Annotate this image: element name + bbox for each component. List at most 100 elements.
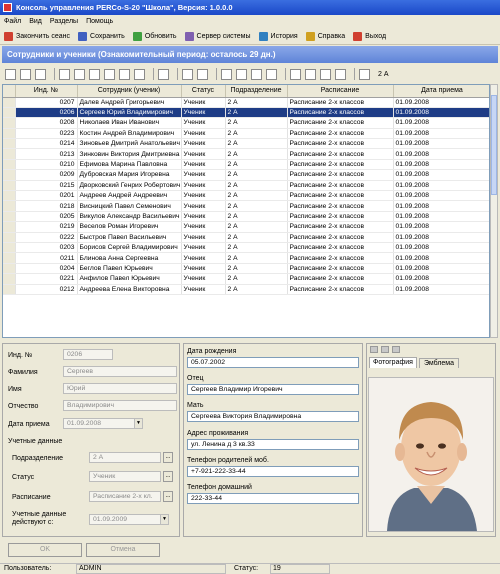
table-row[interactable]: 0213 Зинковин Виктория Дмитриевна Ученик 2 … bbox=[3, 148, 489, 160]
add-icon[interactable] bbox=[5, 68, 16, 80]
end-session-button[interactable]: Закончить сеанс bbox=[4, 31, 70, 41]
delete-icon[interactable] bbox=[35, 68, 46, 80]
system-server-button[interactable]: Сервер системы bbox=[184, 31, 251, 41]
row-marker[interactable] bbox=[3, 128, 16, 140]
header-hire-date[interactable]: Дата приема bbox=[393, 85, 489, 98]
valid-from-field[interactable]: 01.09.2009 bbox=[89, 514, 169, 525]
name-field[interactable]: Юрий bbox=[63, 383, 177, 394]
header-dept[interactable]: Подразделение bbox=[225, 85, 288, 98]
menu-sections[interactable]: Разделы bbox=[50, 18, 78, 25]
header-id[interactable]: Инд. № bbox=[15, 85, 78, 98]
hire-date-field[interactable]: 01.09.2008 bbox=[63, 418, 143, 429]
move-icon[interactable] bbox=[104, 68, 115, 80]
table-row[interactable]: 0207 Далев Андрей Григорьевич Ученик 2 А Рас… bbox=[3, 97, 489, 108]
row-marker[interactable] bbox=[3, 159, 16, 171]
dept-browse-button[interactable]: ... bbox=[163, 452, 173, 463]
header-schedule[interactable]: Расписание bbox=[287, 85, 394, 98]
schedule-browse-button[interactable]: ... bbox=[163, 491, 173, 502]
print-icon[interactable] bbox=[158, 68, 169, 80]
photo-delete-icon[interactable] bbox=[392, 346, 400, 353]
row-marker[interactable] bbox=[3, 180, 16, 192]
row-marker[interactable] bbox=[3, 284, 16, 295]
table-row[interactable]: 0221 Анфилов Павел Юрьевич Ученик 2 А Распис… bbox=[3, 273, 489, 285]
parents-phone-field[interactable]: +7-921-222-33-44 bbox=[187, 466, 359, 477]
scroll-thumb[interactable] bbox=[491, 95, 497, 195]
table-row[interactable]: 0223 Костин Андрей Владимирович Ученик 2 АР… bbox=[3, 128, 489, 140]
header-name[interactable]: Сотрудник (ученик) bbox=[77, 85, 182, 98]
status-field[interactable]: Ученик bbox=[89, 471, 161, 482]
table-row[interactable]: 0208 Николаев Иван Иванович Ученик 2 А Распи… bbox=[3, 117, 489, 129]
filter-icon[interactable] bbox=[74, 68, 85, 80]
row-marker[interactable] bbox=[3, 200, 16, 212]
card-icon[interactable] bbox=[182, 68, 193, 80]
grid-scrollbar[interactable] bbox=[490, 84, 498, 338]
phone-icon[interactable] bbox=[197, 68, 208, 80]
photo-save-icon[interactable] bbox=[381, 346, 389, 353]
table-row[interactable]: 0212 Андреева Елена Викторовна Ученик 2 А Ра… bbox=[3, 284, 489, 295]
chevron-down-icon[interactable]: ▼ bbox=[160, 515, 168, 524]
mother-field[interactable]: Сергеева Виктория Владимировна bbox=[187, 411, 359, 422]
menu-file[interactable]: Файл bbox=[4, 18, 21, 25]
exit-button[interactable]: Выход bbox=[353, 31, 386, 41]
find-icon[interactable] bbox=[89, 68, 100, 80]
history-button[interactable]: История bbox=[258, 31, 298, 41]
tools-icon[interactable] bbox=[290, 68, 301, 80]
save-button[interactable]: Сохранить bbox=[78, 31, 125, 41]
edit-icon[interactable] bbox=[59, 68, 70, 80]
table-row[interactable]: 0204 Беглов Павел Юрьевич Ученик 2 А Расписа… bbox=[3, 263, 489, 275]
schedule-field[interactable]: Расписание 2-х кл. bbox=[89, 491, 161, 502]
row-marker[interactable] bbox=[3, 273, 16, 285]
father-field[interactable]: Сергеев Владимир Игоревич bbox=[187, 384, 359, 395]
tab-photo[interactable]: Фотография bbox=[369, 357, 417, 368]
export-icon[interactable] bbox=[320, 68, 331, 80]
row-marker[interactable] bbox=[3, 252, 16, 264]
birth-field[interactable]: 05.07.2002 bbox=[187, 357, 359, 368]
row-marker[interactable] bbox=[3, 117, 16, 129]
ok-button[interactable]: OK bbox=[8, 543, 82, 557]
dept-field[interactable]: 2 А bbox=[89, 452, 161, 463]
patronymic-field[interactable]: Владимирович bbox=[63, 400, 177, 411]
menu-help[interactable]: Помощь bbox=[86, 18, 113, 25]
copy-icon[interactable] bbox=[119, 68, 130, 80]
table-row[interactable]: 0218 Висницкий Павел Семенович Ученик 2 А Ра… bbox=[3, 200, 489, 212]
refresh-button[interactable]: Обновить bbox=[132, 31, 177, 41]
surname-field[interactable]: Сергеев bbox=[63, 366, 177, 377]
id-field[interactable]: 0206 bbox=[63, 349, 113, 360]
row-marker[interactable] bbox=[3, 148, 16, 160]
row-marker[interactable] bbox=[3, 221, 16, 233]
table-row[interactable]: 0215 Дворковский Генрих Робертович Ученик 2… bbox=[3, 180, 489, 192]
add-group-icon[interactable] bbox=[20, 68, 31, 80]
row-marker[interactable] bbox=[3, 232, 16, 243]
photo-icon[interactable] bbox=[266, 68, 277, 80]
group-icon[interactable] bbox=[359, 68, 370, 80]
table-row[interactable]: 0219 Веселов Роман Игоревич Ученик 2 А Распи… bbox=[3, 221, 489, 233]
menu-view[interactable]: Вид bbox=[29, 18, 42, 25]
help-button[interactable]: Справка bbox=[305, 31, 345, 41]
status-browse-button[interactable]: ... bbox=[163, 471, 173, 482]
row-marker[interactable] bbox=[3, 263, 16, 275]
row-marker[interactable] bbox=[3, 242, 16, 254]
properties-icon[interactable] bbox=[134, 68, 145, 80]
header-status[interactable]: Статус bbox=[181, 85, 226, 98]
row-marker[interactable] bbox=[3, 107, 16, 119]
cancel-button[interactable]: Отмена bbox=[86, 543, 160, 557]
row-marker[interactable] bbox=[3, 138, 16, 150]
row-marker[interactable] bbox=[3, 211, 16, 223]
tab-emblem[interactable]: Эмблема bbox=[419, 358, 459, 368]
table-icon[interactable] bbox=[236, 68, 247, 80]
table-row[interactable]: 0205 Викулов Александр Васильевич Ученик 2 … bbox=[3, 211, 489, 223]
table-row[interactable]: 0206 Сергеев Юрий Владимирович Ученик 2 А Ра… bbox=[3, 107, 489, 119]
table-row[interactable]: 0222 Быстров Павел Васильевич Ученик 2 А Рас… bbox=[3, 232, 489, 243]
row-marker[interactable] bbox=[3, 169, 16, 181]
table-row[interactable]: 0201 Андреев Андрей Андреевич Ученик 2 А Рас… bbox=[3, 190, 489, 202]
table-row[interactable]: 0210 Ефимова Марина Павловна Ученик 2 А Расп… bbox=[3, 159, 489, 171]
help-icon[interactable] bbox=[251, 68, 262, 80]
report-icon[interactable] bbox=[221, 68, 232, 80]
row-marker[interactable] bbox=[3, 190, 16, 202]
home-phone-field[interactable]: 222-33-44 bbox=[187, 493, 359, 504]
table-row[interactable]: 0211 Блинова Анна Сергеевна Ученик 2 А Распи… bbox=[3, 252, 489, 264]
table-row[interactable]: 0209 Дубровская Мария Игоревна Ученик 2 А Ра… bbox=[3, 169, 489, 181]
table-row[interactable]: 0203 Борисов Сергей Владимирович Ученик 2 А… bbox=[3, 242, 489, 254]
chevron-down-icon[interactable]: ▼ bbox=[134, 419, 142, 428]
flag-icon[interactable] bbox=[335, 68, 346, 80]
